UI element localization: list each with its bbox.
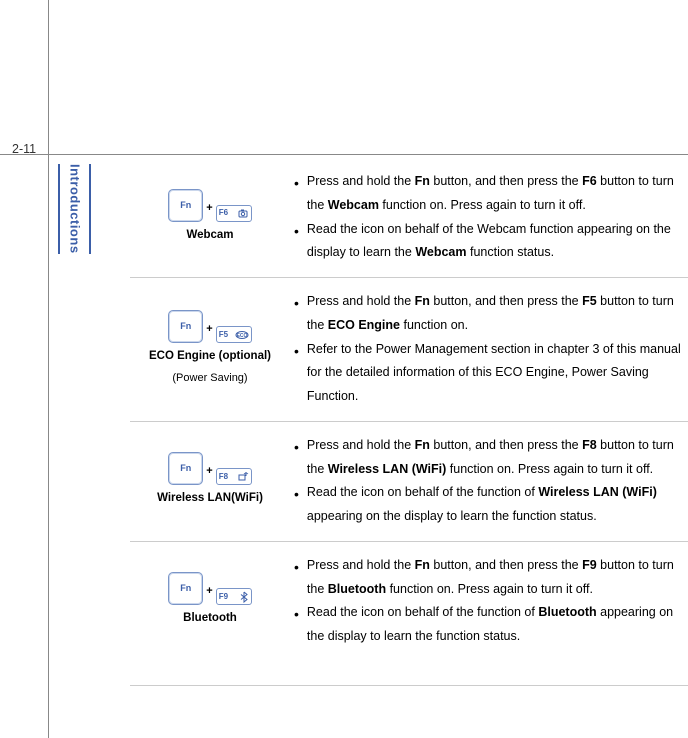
bullet-text: Press and hold the Fn button, and then p… <box>307 170 686 218</box>
key-col-bluetooth: Fn + F9 Bluetooth <box>130 554 290 649</box>
desc-col-wifi: • Press and hold the Fn button, and then… <box>290 434 688 529</box>
row-title: ECO Engine (optional) <box>149 346 271 368</box>
f9-label: F9 <box>219 589 228 604</box>
bullet-mark: • <box>294 218 299 266</box>
bullet-text: Refer to the Power Management section in… <box>307 338 686 409</box>
fn-key: Fn <box>168 310 203 343</box>
vertical-divider <box>48 0 49 738</box>
bullet: • Read the icon on behalf of the Webcam … <box>294 218 688 266</box>
bullet-text: Press and hold the Fn button, and then p… <box>307 554 686 602</box>
bullet: • Read the icon on behalf of the functio… <box>294 601 688 649</box>
key-combo: Fn + F6 <box>168 189 251 222</box>
row-title: Wireless LAN(WiFi) <box>157 488 263 510</box>
key-col-wifi: Fn + F8 Wireless LAN(WiFi) <box>130 434 290 529</box>
section-label: Introductions <box>58 164 91 254</box>
horizontal-divider <box>0 154 688 155</box>
plus-sign: + <box>205 581 213 605</box>
row-title: Webcam <box>186 225 233 247</box>
bullet-mark: • <box>294 338 299 409</box>
f8-key: F8 <box>216 468 252 485</box>
row-wifi: Fn + F8 Wireless LAN(WiFi) • Press and h… <box>130 422 688 542</box>
desc-col-webcam: • Press and hold the Fn button, and then… <box>290 170 688 265</box>
bullet-text: Press and hold the Fn button, and then p… <box>307 434 686 482</box>
row-bluetooth: Fn + F9 Bluetooth • Press and hold the F… <box>130 542 688 661</box>
row-subtitle: (Power Saving) <box>172 368 247 389</box>
plus-sign: + <box>205 198 213 222</box>
fn-key: Fn <box>168 452 203 485</box>
content: Fn + F6 Webcam • Press and hold the Fn b… <box>130 158 688 686</box>
fn-key: Fn <box>168 189 203 222</box>
bullet-mark: • <box>294 554 299 602</box>
f5-label: F5 <box>219 327 228 342</box>
row-webcam: Fn + F6 Webcam • Press and hold the Fn b… <box>130 158 688 278</box>
row-eco: Fn + F5 ECO ECO Engine (optional) (Power… <box>130 278 688 422</box>
bluetooth-icon <box>239 591 249 603</box>
desc-col-bluetooth: • Press and hold the Fn button, and then… <box>290 554 688 649</box>
bottom-divider <box>130 685 688 686</box>
bullet-mark: • <box>294 170 299 218</box>
f9-key: F9 <box>216 588 252 605</box>
key-col-webcam: Fn + F6 Webcam <box>130 170 290 265</box>
bullet-text: Read the icon on behalf of the Webcam fu… <box>307 218 686 266</box>
fn-key: Fn <box>168 572 203 605</box>
desc-col-eco: • Press and hold the Fn button, and then… <box>290 290 688 409</box>
bullet: • Read the icon on behalf of the functio… <box>294 481 688 529</box>
eco-icon: ECO <box>235 330 249 340</box>
bullet: • Press and hold the Fn button, and then… <box>294 554 688 602</box>
bullet-text: Read the icon on behalf of the function … <box>307 481 686 529</box>
key-combo: Fn + F8 <box>168 452 251 485</box>
key-combo: Fn + F9 <box>168 572 251 605</box>
bullet: • Refer to the Power Management section … <box>294 338 688 409</box>
row-title: Bluetooth <box>183 608 237 630</box>
plus-sign: + <box>205 461 213 485</box>
bullet-mark: • <box>294 481 299 529</box>
bullet: • Press and hold the Fn button, and then… <box>294 170 688 218</box>
key-col-eco: Fn + F5 ECO ECO Engine (optional) (Power… <box>130 290 290 409</box>
f8-label: F8 <box>219 469 228 484</box>
plus-sign: + <box>205 319 213 343</box>
f5-key: F5 ECO <box>216 326 252 343</box>
bullet: • Press and hold the Fn button, and then… <box>294 290 688 338</box>
wifi-icon <box>237 472 249 482</box>
bullet-text: Read the icon on behalf of the function … <box>307 601 686 649</box>
bullet-mark: • <box>294 601 299 649</box>
f6-key: F6 <box>216 205 252 222</box>
bullet-mark: • <box>294 290 299 338</box>
bullet-text: Press and hold the Fn button, and then p… <box>307 290 686 338</box>
page-number: 2-11 <box>12 138 36 162</box>
bullet: • Press and hold the Fn button, and then… <box>294 434 688 482</box>
key-combo: Fn + F5 ECO <box>168 310 251 343</box>
f6-label: F6 <box>219 205 228 220</box>
camera-icon <box>237 208 249 218</box>
svg-text:ECO: ECO <box>236 333 247 339</box>
bullet-mark: • <box>294 434 299 482</box>
